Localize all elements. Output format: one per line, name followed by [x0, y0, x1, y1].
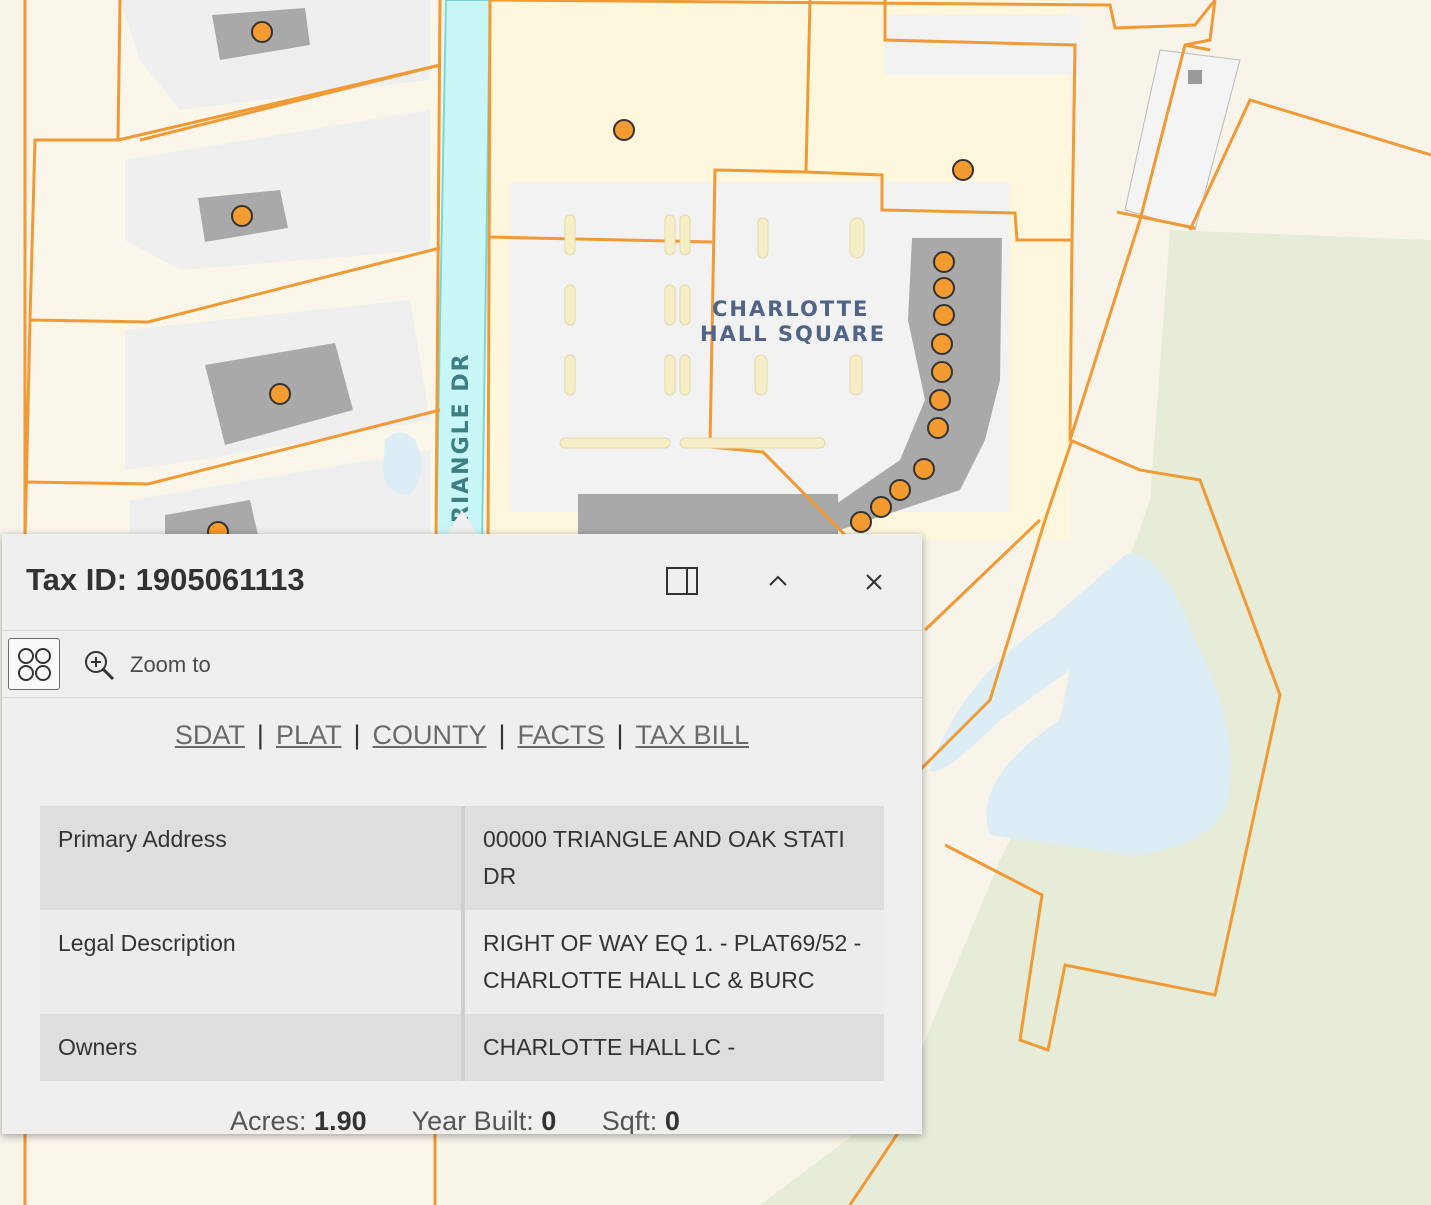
link-separator: | — [616, 720, 624, 750]
close-button[interactable] — [852, 560, 896, 604]
dock-icon — [666, 567, 698, 595]
attribute-value: 00000 TRIANGLE AND OAK STATI DR — [463, 806, 884, 910]
address-point-marker[interactable] — [269, 383, 291, 405]
feature-popup: Tax ID: 1905061113 Zoom to SDAT | PLAT |… — [2, 534, 922, 1134]
parcel-summary: Acres: 1.90 Year Built: 0 Sqft: 0 — [230, 1106, 718, 1134]
link-tax-bill[interactable]: TAX BILL — [636, 720, 750, 750]
address-point-marker[interactable] — [952, 159, 974, 181]
zoom-in-icon — [85, 651, 115, 681]
place-label: CHARLOTTE — [712, 297, 869, 321]
popup-body: SDAT | PLAT | COUNTY | FACTS | TAX BILL Primary … — [2, 698, 922, 1134]
acres-label: Acres: — [230, 1106, 307, 1134]
address-point-marker[interactable] — [933, 277, 955, 299]
address-point-marker[interactable] — [931, 361, 953, 383]
attribute-value: RIGHT OF WAY EQ 1. - PLAT69/52 - CHARLOT… — [463, 910, 884, 1014]
popup-header: Tax ID: 1905061113 — [2, 534, 922, 631]
zoom-to-button[interactable]: Zoom to — [82, 645, 211, 685]
link-sdat[interactable]: SDAT — [175, 720, 245, 750]
chevron-up-icon — [769, 575, 787, 586]
attribute-label: Primary Address — [40, 806, 465, 910]
building — [1188, 70, 1202, 84]
attribute-label: Owners — [40, 1014, 465, 1081]
address-point-marker[interactable] — [850, 511, 872, 533]
external-links: SDAT | PLAT | COUNTY | FACTS | TAX BILL — [2, 720, 922, 751]
address-point-marker[interactable] — [927, 417, 949, 439]
attribute-table: Primary Address 00000 TRIANGLE AND OAK S… — [40, 806, 884, 1081]
link-plat[interactable]: PLAT — [276, 720, 342, 750]
address-point-marker[interactable] — [913, 458, 935, 480]
address-point-marker[interactable] — [931, 333, 953, 355]
address-point-marker[interactable] — [613, 119, 635, 141]
address-point-marker[interactable] — [933, 304, 955, 326]
place-label: HALL SQUARE — [700, 322, 886, 346]
building — [578, 494, 838, 534]
sqft-label: Sqft: — [601, 1106, 658, 1134]
table-row: Primary Address 00000 TRIANGLE AND OAK S… — [40, 806, 884, 910]
attribute-label: Legal Description — [40, 910, 465, 1014]
popup-title: Tax ID: 1905061113 — [26, 562, 305, 597]
link-separator: | — [353, 720, 361, 750]
address-point-marker[interactable] — [251, 21, 273, 43]
address-point-marker[interactable] — [870, 496, 892, 518]
grid-button[interactable] — [8, 638, 60, 690]
grid-icon — [18, 648, 51, 681]
popup-actions: Zoom to — [2, 631, 922, 698]
link-separator: | — [498, 720, 506, 750]
table-row: Legal Description RIGHT OF WAY EQ 1. - P… — [40, 910, 884, 1014]
pond — [383, 432, 422, 495]
table-row: Owners CHARLOTTE HALL LC - — [40, 1014, 884, 1081]
dock-button[interactable] — [660, 560, 704, 604]
year-built-label: Year Built: — [411, 1106, 534, 1134]
link-facts[interactable]: FACTS — [518, 720, 605, 750]
popup-pointer — [446, 510, 478, 535]
address-point-marker[interactable] — [231, 205, 253, 227]
zoom-to-label: Zoom to — [130, 652, 211, 677]
acres-value: 1.90 — [314, 1106, 367, 1134]
attribute-value: CHARLOTTE HALL LC - — [463, 1014, 884, 1081]
link-separator: | — [256, 720, 264, 750]
collapse-button[interactable] — [756, 560, 800, 604]
sqft-value: 0 — [664, 1106, 680, 1134]
address-point-marker[interactable] — [889, 479, 911, 501]
address-point-marker[interactable] — [933, 251, 955, 273]
year-built-value: 0 — [541, 1106, 557, 1134]
close-icon — [866, 574, 882, 590]
address-point-marker[interactable] — [929, 389, 951, 411]
link-county[interactable]: COUNTY — [372, 720, 486, 750]
